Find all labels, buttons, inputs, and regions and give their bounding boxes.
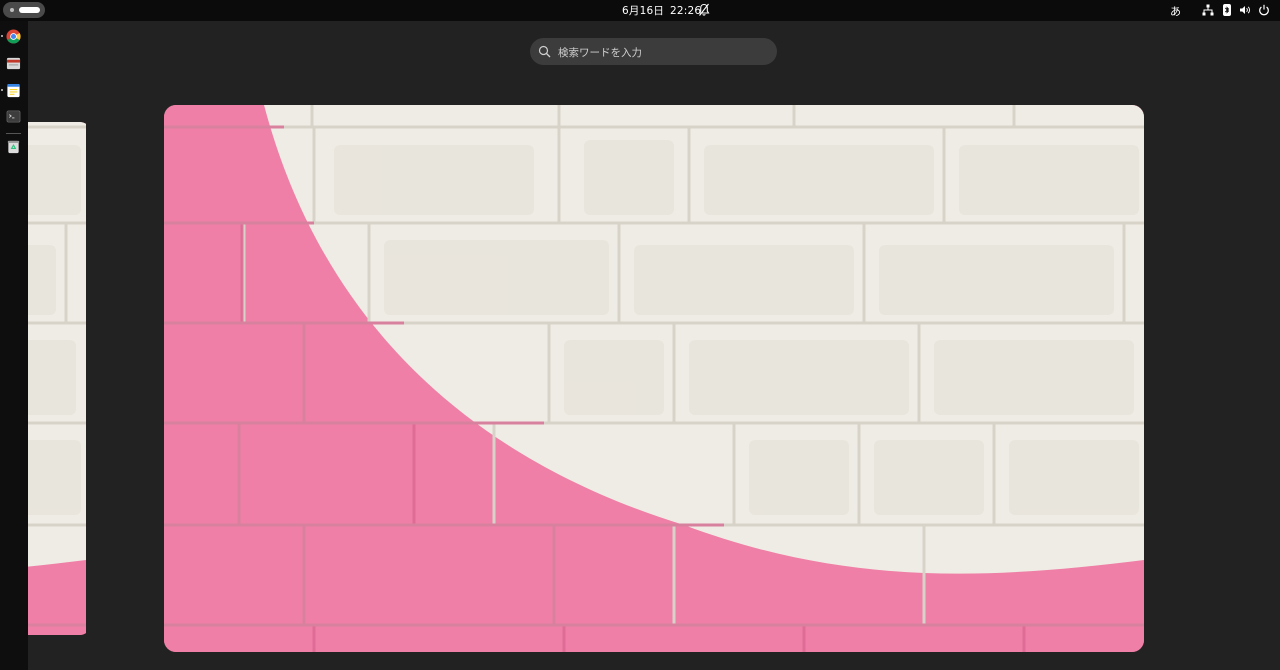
workspace-dot bbox=[10, 8, 14, 12]
chrome-icon[interactable] bbox=[6, 29, 21, 44]
files-icon[interactable] bbox=[6, 56, 21, 71]
wallpaper-image bbox=[164, 105, 1144, 652]
power-icon[interactable] bbox=[1258, 4, 1270, 16]
terminal-icon[interactable] bbox=[6, 109, 21, 124]
network-icon[interactable] bbox=[1202, 4, 1214, 16]
workspace-thumbnail-previous[interactable] bbox=[28, 122, 90, 635]
search-input[interactable]: 検索ワードを入力 bbox=[530, 38, 777, 65]
volume-icon[interactable] bbox=[1239, 4, 1251, 16]
input-method-indicator[interactable]: あ bbox=[1170, 3, 1181, 19]
search-placeholder: 検索ワードを入力 bbox=[558, 47, 642, 59]
top-bar: 6月16日 22:26 あ bbox=[0, 0, 1280, 21]
running-indicator bbox=[1, 89, 3, 91]
text-editor-icon[interactable] bbox=[6, 83, 21, 98]
bluetooth-icon[interactable] bbox=[1221, 4, 1233, 16]
active-workspace-pill bbox=[19, 7, 40, 13]
dock-separator bbox=[6, 133, 21, 134]
clock-date: 6月16日 bbox=[622, 5, 665, 17]
bell-off-icon[interactable] bbox=[698, 3, 710, 17]
clock-time: 22:26 bbox=[670, 5, 702, 17]
date-time-menu[interactable]: 6月16日 22:26 bbox=[622, 3, 701, 18]
running-indicator bbox=[1, 35, 3, 37]
activities-button[interactable] bbox=[3, 2, 45, 18]
workspace-thumbnail-current[interactable] bbox=[164, 105, 1144, 652]
trash-icon[interactable] bbox=[6, 139, 21, 154]
dock bbox=[0, 21, 28, 670]
search-icon bbox=[538, 45, 551, 58]
wallpaper-image bbox=[28, 122, 86, 635]
